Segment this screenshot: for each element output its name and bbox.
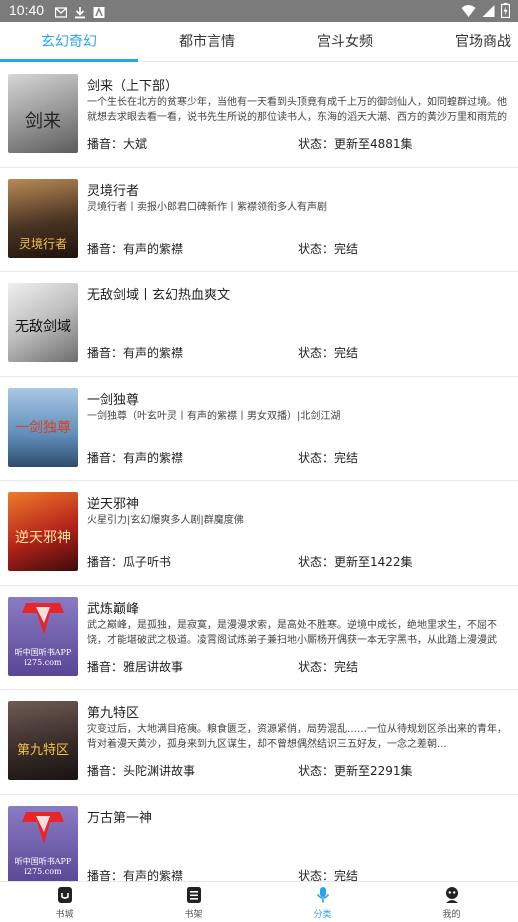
cover-title: 剑来 — [25, 111, 61, 132]
status-time: 10:40 — [9, 2, 45, 18]
book-cover: 第九特区 — [8, 701, 78, 780]
nav-category[interactable]: 分类 — [258, 882, 387, 922]
book-item[interactable]: 一剑独尊 一剑独尊 一剑独尊（叶玄叶灵丨有声的紫襟丨男女双播）|北剑江湖 播音：… — [0, 376, 518, 481]
tab-guanchang[interactable]: 官场商战 — [414, 22, 518, 62]
nav-label: 书架 — [184, 910, 203, 920]
book-desc: 灵境行者丨卖报小郎君口碑新作丨紫襟领衔多人有声剧 — [87, 201, 327, 213]
book-title: 第九特区 — [87, 706, 140, 721]
nav-bookshelf[interactable]: 书架 — [129, 882, 258, 922]
tab-xuanhuan[interactable]: 玄幻奇幻 — [0, 22, 138, 62]
battery-icon — [500, 3, 511, 22]
book-item[interactable]: 听中国听书APP i275.com 万古第一神 播音：有声的紫襟 状态：完结 — [0, 794, 518, 882]
book-title: 灵境行者 — [87, 183, 140, 199]
book-state: 状态：更新至1422集 — [298, 555, 413, 569]
book-narrator: 播音：大斌 — [87, 137, 148, 151]
cover-title: 灵境行者 — [18, 236, 67, 251]
book-state: 状态：更新至2291集 — [298, 764, 413, 778]
book-list[interactable]: 剑来 剑来（上下部） 一个生长在北方的贫寒少年，当他有一天看到头顶竟有成千上万的… — [0, 63, 518, 881]
book-narrator: 播音：雅居讲故事 — [87, 659, 184, 674]
book-cover: 无敌剑域 — [8, 283, 78, 362]
book-desc: 火星引力|玄幻爆爽多人剧|群魔度佛 — [87, 515, 244, 526]
book-state: 状态：更新至4881集 — [298, 137, 413, 151]
book-desc: 一个生长在北方的贫寒少年，当他有一天看到头顶竟有成千上万的御剑仙人，如同蝗群过境… — [87, 97, 507, 123]
book-title: 逆天邪神 — [87, 497, 140, 512]
nav-profile[interactable]: 我的 — [387, 882, 516, 922]
book-narrator: 播音：有声的紫襟 — [87, 346, 184, 360]
book-desc: 武之巅峰，是孤独，是寂寞，是漫漫求索，是高处不胜寒。逆境中成长，绝地里求生，不屈… — [87, 619, 497, 646]
book-state: 状态：完结 — [298, 659, 359, 674]
book-narrator: 播音：有声的紫襟 — [87, 241, 184, 256]
microphone-icon — [316, 887, 329, 903]
book-item[interactable]: 灵境行者 灵境行者 灵境行者丨卖报小郎君口碑新作丨紫襟领衔多人有声剧 播音：有声… — [0, 167, 518, 272]
book-title: 一剑独尊 — [87, 392, 140, 408]
book-state: 状态：完结 — [298, 868, 359, 882]
nav-label: 书城 — [55, 910, 74, 920]
notification-icons — [54, 4, 105, 19]
signal-icon — [482, 3, 495, 22]
download-icon — [74, 4, 86, 19]
tab-dushi[interactable]: 都市言情 — [138, 22, 276, 62]
profile-icon — [445, 887, 458, 903]
book-cover: 听中国听书APP i275.com — [8, 596, 78, 676]
bottom-nav: 书城 书架 分类 我的 — [0, 881, 518, 922]
nav-label: 分类 — [313, 910, 332, 920]
nav-label: 我的 — [442, 910, 461, 920]
book-title: 无敌剑域丨玄幻热血爽文 — [87, 288, 231, 303]
category-tabs: 玄幻奇幻 都市言情 宫斗女频 官场商战 — [0, 22, 518, 62]
book-title: 剑来（上下部） — [87, 79, 179, 94]
cover-title: 听中国听书APP i275.com — [14, 647, 72, 667]
wifi-icon — [461, 3, 476, 22]
book-state: 状态：完结 — [298, 450, 359, 465]
book-state: 状态：完结 — [298, 241, 359, 256]
book-narrator: 播音：有声的紫襟 — [87, 450, 184, 465]
bookshelf-icon — [186, 887, 201, 903]
book-desc: 灾变过后，大地满目疮痍。粮食匮乏，资源紧俏，局势混乱……一位从待规划区杀出来的青… — [87, 724, 507, 750]
book-cover: 逆天邪神 — [8, 492, 78, 571]
book-cover: 听中国听书APP i275.com — [8, 805, 78, 881]
book-cover: 剑来 — [8, 74, 78, 153]
book-item[interactable]: 无敌剑域 无敌剑域丨玄幻热血爽文 播音：有声的紫襟 状态：完结 — [0, 272, 518, 377]
cover-title: 一剑独尊 — [15, 419, 71, 436]
tab-gongdou[interactable]: 宫斗女频 — [276, 22, 414, 62]
app-notification-icon — [93, 4, 105, 18]
status-bar: 10:40 — [0, 0, 518, 22]
book-cover: 一剑独尊 — [8, 387, 78, 467]
book-state: 状态：完结 — [298, 346, 359, 360]
book-desc: 一剑独尊（叶玄叶灵丨有声的紫襟丨男女双播）|北剑江湖 — [87, 410, 341, 422]
book-narrator: 播音：瓜子听书 — [87, 555, 172, 569]
cover-title: 听中国听书APP i275.com — [14, 856, 72, 876]
cover-title: 无敌剑域 — [15, 319, 71, 335]
active-tab-indicator — [0, 59, 138, 62]
bookstore-icon — [57, 887, 72, 903]
book-cover: 灵境行者 — [8, 178, 78, 258]
gmail-icon — [54, 4, 68, 18]
cover-title: 逆天邪神 — [15, 530, 71, 546]
cover-title: 第九特区 — [16, 743, 69, 758]
book-title: 武炼巅峰 — [87, 601, 140, 617]
book-title: 万古第一神 — [87, 810, 153, 826]
book-narrator: 播音：头陀渊讲故事 — [87, 764, 196, 778]
nav-bookstore[interactable]: 书城 — [0, 882, 129, 922]
book-item[interactable]: 第九特区 第九特区 灾变过后，大地满目疮痍。粮食匮乏，资源紧俏，局势混乱……一位… — [0, 690, 518, 795]
book-item[interactable]: 听中国听书APP i275.com 武炼巅峰 武之巅峰，是孤独，是寂寞，是漫漫求… — [0, 585, 518, 690]
book-narrator: 播音：有声的紫襟 — [87, 868, 184, 882]
book-item[interactable]: 逆天邪神 逆天邪神 火星引力|玄幻爆爽多人剧|群魔度佛 播音：瓜子听书 状态：更… — [0, 481, 518, 586]
book-item[interactable]: 剑来 剑来（上下部） 一个生长在北方的贫寒少年，当他有一天看到头顶竟有成千上万的… — [0, 63, 518, 168]
system-icons — [461, 3, 511, 22]
